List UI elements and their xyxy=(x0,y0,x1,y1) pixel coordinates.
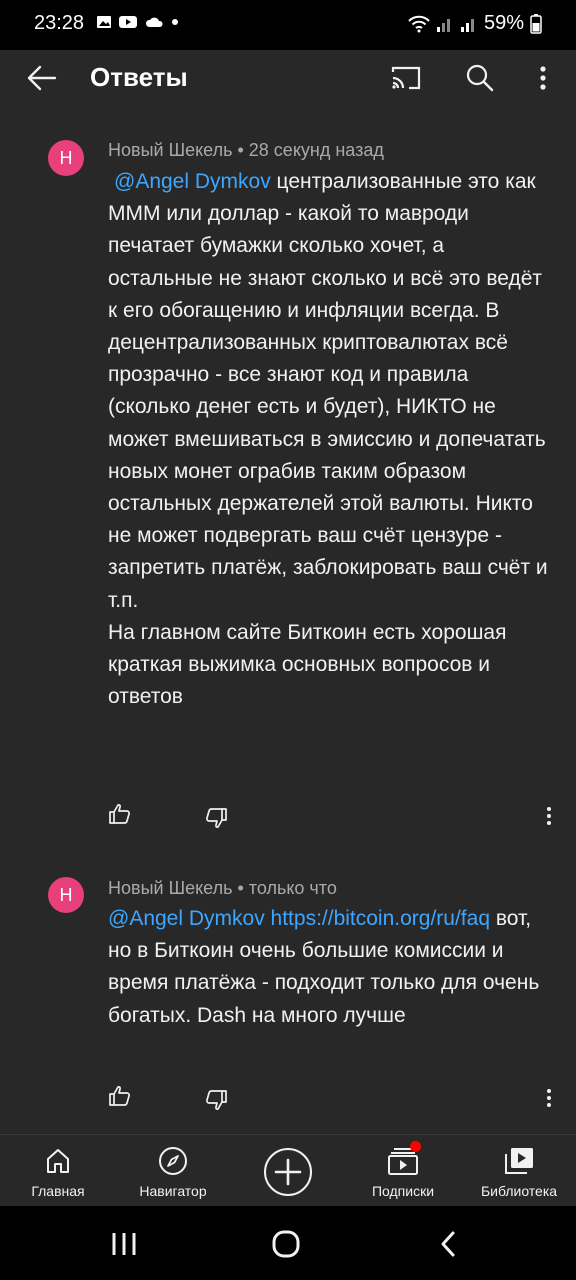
status-bar: 23:28 59% xyxy=(0,0,576,50)
comment-actions xyxy=(0,1084,576,1114)
comment-time: 28 секунд назад xyxy=(248,140,384,160)
cloud-icon xyxy=(145,17,163,27)
comment-body: @Angel Dymkov централизованные это как М… xyxy=(108,166,548,713)
like-button[interactable] xyxy=(108,1084,134,1110)
avatar[interactable]: Н xyxy=(48,877,84,913)
back-system-button[interactable] xyxy=(428,1224,468,1264)
dot-icon xyxy=(172,19,178,25)
bottom-navigation: Главная Навигатор Подписки Библиотека xyxy=(0,1134,576,1206)
nav-library[interactable]: Библиотека xyxy=(474,1135,564,1207)
create-button[interactable] xyxy=(264,1148,312,1196)
nav-label: Главная xyxy=(31,1183,85,1199)
cast-button[interactable] xyxy=(384,58,428,98)
signal-icon xyxy=(460,18,474,32)
system-icons: 59% xyxy=(408,12,542,35)
back-arrow-icon xyxy=(27,65,57,91)
mention-link[interactable]: @Angel Dymkov xyxy=(108,170,271,193)
avatar-letter: Н xyxy=(59,147,73,168)
comment-meta: Новый Шекель • 28 секунд назад xyxy=(108,140,384,161)
comment-meta: Новый Шекель • только что xyxy=(108,878,337,899)
system-navigation-bar xyxy=(0,1206,576,1280)
back-chevron-icon xyxy=(441,1231,455,1257)
thumbs-down-icon xyxy=(206,1090,227,1110)
like-button[interactable] xyxy=(108,802,134,828)
comment-author[interactable]: Новый Шекель xyxy=(108,878,232,898)
home-icon xyxy=(42,1145,74,1177)
comment-time: только что xyxy=(248,878,337,898)
more-vert-icon xyxy=(540,66,546,90)
url-link[interactable]: https://bitcoin.org/ru/faq xyxy=(271,907,490,930)
nav-subscriptions[interactable]: Подписки xyxy=(360,1135,446,1207)
dislike-button[interactable] xyxy=(204,1088,230,1114)
avatar[interactable]: Н xyxy=(48,140,84,176)
back-button[interactable] xyxy=(20,60,64,96)
comment-author[interactable]: Новый Шекель xyxy=(108,140,232,160)
signal-icon xyxy=(436,18,450,32)
comment-more-button[interactable] xyxy=(538,802,560,830)
battery-icon xyxy=(530,13,542,34)
nav-home[interactable]: Главная xyxy=(18,1135,98,1207)
meta-separator: • xyxy=(237,140,249,160)
nav-label: Подписки xyxy=(371,1183,435,1199)
wifi-icon xyxy=(408,15,430,32)
dislike-button[interactable] xyxy=(204,806,230,832)
thumbs-up-icon xyxy=(109,1086,130,1106)
library-icon xyxy=(503,1145,535,1177)
comment-actions xyxy=(0,802,576,832)
comment-body: @Angel Dymkov https://bitcoin.org/ru/faq… xyxy=(108,903,558,1032)
recent-apps-button[interactable] xyxy=(104,1224,144,1264)
avatar-letter: Н xyxy=(59,884,73,905)
comment-more-button[interactable] xyxy=(538,1084,560,1112)
comment-text-2: На главном сайте Биткоин есть хорошая кр… xyxy=(108,620,507,709)
notification-icons xyxy=(96,14,180,30)
thumbs-down-icon xyxy=(206,808,227,828)
nav-label: Навигатор xyxy=(139,1183,207,1199)
nav-label: Библиотека xyxy=(480,1183,558,1199)
more-vert-icon xyxy=(547,807,551,825)
nav-explore[interactable]: Навигатор xyxy=(128,1135,218,1207)
gallery-icon xyxy=(97,16,111,28)
more-vert-icon xyxy=(547,1089,551,1107)
page-title: Ответы xyxy=(90,62,188,92)
thumbs-up-icon xyxy=(109,804,130,824)
status-time: 23:28 xyxy=(34,12,85,34)
recent-apps-icon xyxy=(112,1233,136,1255)
youtube-icon xyxy=(119,16,137,28)
search-button[interactable] xyxy=(458,58,502,98)
subscriptions-icon xyxy=(387,1141,421,1177)
home-circle-icon xyxy=(272,1230,300,1258)
compass-icon xyxy=(157,1145,189,1177)
meta-separator: • xyxy=(237,878,249,898)
app-bar: Ответы xyxy=(0,50,576,106)
home-system-button[interactable] xyxy=(266,1224,306,1264)
search-icon xyxy=(466,64,494,92)
comment-text: централизованные это как МММ или доллар … xyxy=(108,170,548,612)
more-options-button[interactable] xyxy=(526,58,560,98)
cast-icon xyxy=(391,66,421,90)
create-plus-icon xyxy=(274,1158,302,1186)
mention-link[interactable]: @Angel Dymkov xyxy=(108,907,265,930)
battery-percent: 59% xyxy=(483,12,524,34)
notification-badge xyxy=(410,1141,421,1152)
